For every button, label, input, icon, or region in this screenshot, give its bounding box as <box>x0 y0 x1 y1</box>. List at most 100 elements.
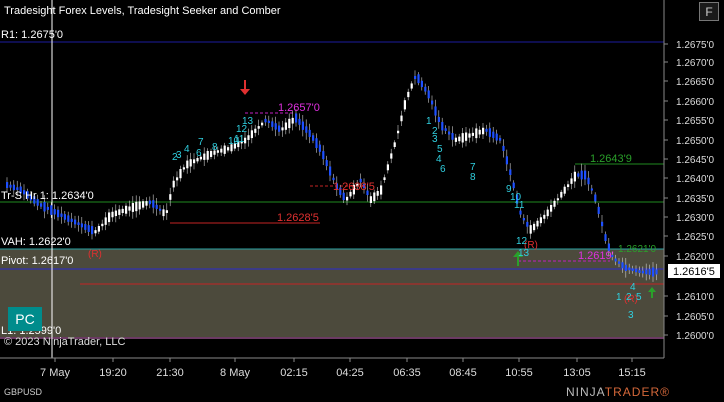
candle <box>94 227 97 237</box>
time-tick-label: 15:15 <box>618 367 646 379</box>
candle <box>298 113 301 131</box>
candle <box>601 215 604 233</box>
candle <box>118 205 121 220</box>
candle <box>386 161 389 174</box>
candle <box>67 211 70 226</box>
magenta-high-label: 1.2657'0 <box>278 102 320 114</box>
candle <box>468 128 471 143</box>
candle <box>77 215 80 232</box>
pivot-label: Pivot: 1.2617'0 <box>1 255 74 267</box>
magenta-low-label: 1.2619' <box>578 250 614 262</box>
price-tick-label: 1.2630'0 <box>676 213 714 224</box>
candle <box>590 184 593 195</box>
time-tick-label: 8 May <box>220 367 250 379</box>
candle <box>570 173 573 190</box>
candle <box>407 88 410 101</box>
current-price-label: 1.2616'5 <box>673 266 715 278</box>
candle <box>53 204 56 220</box>
candle <box>424 83 427 95</box>
pc-button[interactable]: PC <box>8 307 42 331</box>
candle <box>128 200 131 217</box>
candle <box>315 133 318 153</box>
candle <box>502 139 505 158</box>
candle <box>546 206 549 220</box>
candle <box>431 95 434 110</box>
candle <box>322 145 325 166</box>
count-label: 5 <box>437 144 443 155</box>
count-label: 2 <box>626 292 632 303</box>
candle <box>101 219 104 231</box>
candle <box>257 119 260 136</box>
candle <box>441 117 444 135</box>
candle <box>278 121 281 136</box>
time-tick-label: 02:15 <box>280 367 308 379</box>
count-label: 3 <box>176 150 182 161</box>
candle <box>186 155 189 174</box>
candle <box>172 176 175 192</box>
candle <box>84 220 87 234</box>
candle <box>529 220 532 239</box>
candle <box>437 110 440 129</box>
candle <box>417 72 420 86</box>
count-label: 1 <box>616 292 622 303</box>
candle <box>434 99 437 123</box>
candle <box>281 120 284 137</box>
price-tick-label: 1.2600'0 <box>676 331 714 342</box>
count-label: 6 <box>196 148 202 159</box>
price-tick-label: 1.2665'0 <box>676 77 714 88</box>
candle <box>475 123 478 144</box>
candle <box>346 192 349 206</box>
time-axis: 7 May 19:20 21:30 8 May 02:15 04:25 06:35 08:45… <box>40 358 646 379</box>
candle <box>70 212 73 228</box>
candle <box>539 213 542 227</box>
candle <box>420 77 423 91</box>
candle <box>448 125 451 141</box>
candle <box>329 160 332 182</box>
price-tick-label: 1.2650'0 <box>676 136 714 147</box>
time-tick-label: 21:30 <box>156 367 184 379</box>
count-label: 3 <box>432 134 438 145</box>
candle <box>159 204 162 215</box>
candle <box>182 164 185 173</box>
candle <box>505 149 508 171</box>
candle <box>536 217 539 230</box>
candle <box>193 153 196 170</box>
price-tick-label: 1.2675'0 <box>676 40 714 51</box>
candle <box>383 174 386 183</box>
candle <box>444 125 447 134</box>
candle <box>308 123 311 144</box>
candle <box>176 171 179 187</box>
candle <box>427 85 430 103</box>
price-tick-label: 1.2645'0 <box>676 155 714 166</box>
candle <box>264 115 267 126</box>
candle <box>485 124 488 136</box>
candle <box>206 148 209 163</box>
candle <box>135 195 138 218</box>
candle <box>397 125 400 139</box>
candle <box>526 215 529 234</box>
candle <box>587 171 590 191</box>
candle <box>573 165 576 188</box>
candle <box>247 128 250 147</box>
candle <box>288 113 291 134</box>
candle <box>488 122 491 143</box>
price-tick-label: 1.2660'0 <box>676 97 714 108</box>
candle <box>57 206 60 221</box>
candle <box>414 70 417 85</box>
candle <box>46 202 49 215</box>
candle <box>114 204 117 223</box>
candle <box>567 180 570 191</box>
count-label: 7 <box>198 137 204 148</box>
ninjatrader-logo: NINJATRADER® <box>566 385 670 399</box>
candle <box>274 116 277 137</box>
candle <box>74 215 77 229</box>
candle <box>451 126 454 147</box>
candle <box>604 231 607 244</box>
price-tick-label: 1.2640'0 <box>676 174 714 185</box>
price-tick-label: 1.2605'0 <box>676 312 714 323</box>
candle <box>376 186 379 200</box>
candle <box>318 140 321 156</box>
count-label: 5 <box>636 292 642 303</box>
price-axis: 1.2675'0 1.2670'0 1.2665'0 1.2660'0 1.2655'0… <box>664 40 714 342</box>
window-button[interactable]: F <box>699 2 719 21</box>
